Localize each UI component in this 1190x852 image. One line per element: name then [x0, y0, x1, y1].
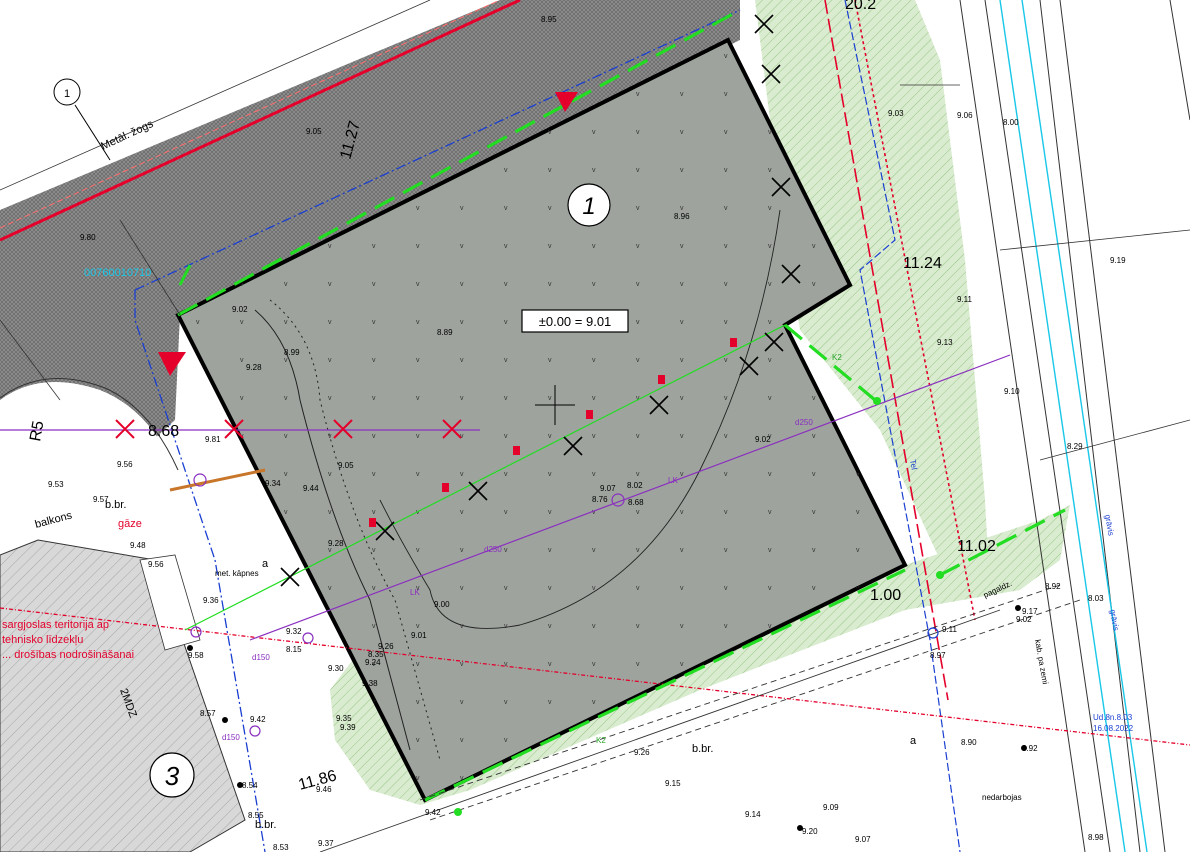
elev: 9.01: [411, 631, 427, 640]
building-number: 1: [582, 193, 595, 220]
elev: 9.34: [265, 479, 281, 488]
elev: 8.29: [1067, 442, 1083, 451]
label-lk-1: LK: [668, 476, 678, 485]
elev: 8.15: [286, 645, 302, 654]
elev: 8.90: [961, 738, 977, 747]
elev: 9.48: [130, 541, 146, 550]
elev: 9.44: [303, 484, 319, 493]
label-ud-date: Ud.8n.8.03: [1093, 713, 1133, 722]
elev: 9.15: [665, 779, 681, 788]
label-k2-1: K2: [832, 353, 842, 362]
elev: 9.24: [365, 658, 381, 667]
label-sargjoslas-3: ... drošības nodrošināšanai: [2, 649, 134, 661]
elev: 9.00: [434, 600, 450, 609]
elev: 9.56: [148, 560, 164, 569]
elev: 9.57: [93, 495, 109, 504]
section-marker-label: 1: [64, 88, 70, 100]
label-tel: Tel: [908, 459, 919, 471]
elev: 9.06: [957, 111, 973, 120]
label-met-kapnes: met. kāpnes: [215, 569, 259, 578]
elev: 9.02: [232, 305, 248, 314]
elev: 9.09: [823, 803, 839, 812]
elev: 9.05: [306, 127, 322, 136]
elev: 9.58: [188, 651, 204, 660]
label-d250-2: d250: [795, 418, 813, 427]
label-nedarbojas: nedarbojas: [982, 793, 1022, 802]
elev: 9.28: [328, 539, 344, 548]
dim-left: 8.68: [148, 423, 179, 440]
label-sargjoslas-2: tehnisko līdzekļu: [2, 634, 83, 646]
elev: 8.00: [1003, 118, 1019, 127]
elev: 9.07: [855, 835, 871, 844]
elev: 9.14: [745, 810, 761, 819]
elev: 9.05: [338, 461, 354, 470]
elev: 9.36: [203, 596, 219, 605]
dim-right: 11.24: [903, 255, 942, 272]
label-date: 16.08.2022: [1093, 724, 1134, 733]
elev: 8.57: [200, 709, 216, 718]
elev: 8.53: [273, 843, 289, 852]
radius-label: R5: [27, 420, 47, 443]
elev: 9.53: [48, 480, 64, 489]
elev: 9.28: [246, 363, 262, 372]
elev: 9.03: [888, 109, 904, 118]
elev: 9.19: [1110, 256, 1126, 265]
elev: 9.35: [336, 714, 352, 723]
elev: 9.30: [328, 664, 344, 673]
elev: 9.11: [957, 295, 973, 304]
label-a-1: a: [262, 558, 269, 570]
elev: 8.97: [930, 651, 946, 660]
elevation-box-text: ±0.00 = 9.01: [539, 314, 612, 329]
dim-right-2: 11.02: [957, 538, 996, 555]
elev: 9.37: [318, 839, 334, 848]
label-bbr-2: b.br.: [692, 743, 713, 755]
elev: 8.92: [1022, 744, 1038, 753]
elev: 9.26: [634, 748, 650, 757]
elev: 8.98: [1088, 833, 1104, 842]
dim-topright: 20.2: [845, 0, 876, 13]
label-gaze: gāze: [118, 518, 142, 530]
elev: 9.10: [1004, 387, 1020, 396]
label-k2-2: K2: [596, 736, 606, 745]
elev: 9.02: [1016, 615, 1032, 624]
elev: 8.55: [248, 811, 264, 820]
label-d150-2: d150: [222, 733, 240, 742]
elev: 9.56: [117, 460, 133, 469]
label-bbr-3: b.br.: [255, 819, 276, 831]
label-d150-1: d150: [252, 653, 270, 662]
elev: 8.68: [628, 498, 644, 507]
elev: 9.13: [937, 338, 953, 347]
site-plan-drawing: v: [0, 0, 1190, 852]
elev: 9.42: [250, 715, 266, 724]
label-a-2: a: [910, 735, 917, 747]
elev: 8.95: [541, 15, 557, 24]
elev: 9.38: [362, 679, 378, 688]
elev: 9.39: [340, 723, 356, 732]
elev: 9.26: [378, 642, 394, 651]
elev: 9.07: [600, 484, 616, 493]
elev: 8.02: [627, 481, 643, 490]
elev: 8.03: [1088, 594, 1104, 603]
elev: 9.42: [425, 808, 441, 817]
elev: 9.20: [802, 827, 818, 836]
elev: 8.99: [284, 348, 300, 357]
dim-small: 1.00: [870, 587, 901, 604]
elev: 8.89: [437, 328, 453, 337]
elev: 8.54: [242, 781, 258, 790]
elev: 8.76: [592, 495, 608, 504]
label-sargjoslas-1: sargjoslas teritorija ap: [2, 619, 109, 631]
elev: 9.11: [942, 625, 958, 634]
label-lk-2: LK: [410, 588, 420, 597]
label-d250-1: d250: [484, 545, 502, 554]
elev: 8.96: [674, 212, 690, 221]
elev: 9.02: [755, 435, 771, 444]
elev: 9.46: [316, 785, 332, 794]
elev: 9.80: [80, 233, 96, 242]
label-cadastre: 00760010710: [84, 267, 151, 279]
building-3-number: 3: [165, 761, 180, 791]
elev: 9.32: [286, 627, 302, 636]
elev: 9.81: [205, 435, 221, 444]
elev: 8.92: [1045, 582, 1061, 591]
